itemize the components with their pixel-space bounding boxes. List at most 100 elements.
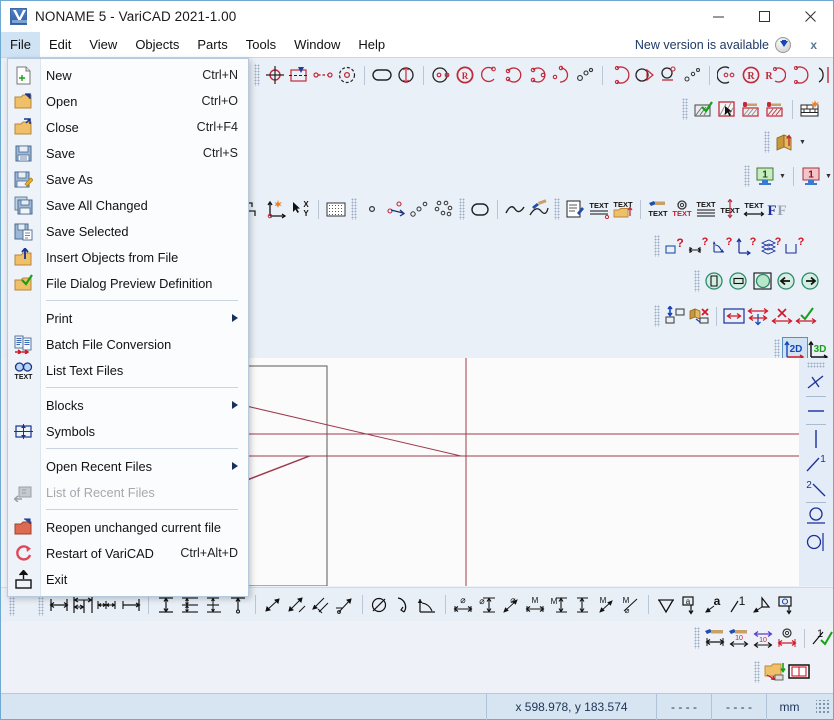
points-dots-icon[interactable] [680, 63, 704, 87]
angle-dim-icon[interactable] [416, 593, 440, 617]
coord-axes-icon[interactable] [265, 197, 289, 221]
circle-updown-icon[interactable] [394, 63, 418, 87]
brick-pattern-icon[interactable] [798, 97, 822, 121]
leader-triangle-icon[interactable] [750, 593, 774, 617]
solid-extrude-icon[interactable] [773, 130, 797, 154]
file-menu-item-save[interactable]: SaveCtrl+S [8, 140, 248, 166]
circle-concentric-icon[interactable] [549, 63, 573, 87]
text-pen-icon[interactable]: TEXT [646, 197, 670, 221]
file-menu-item-restart-of-varicad[interactable]: Restart of VariCADCtrl+Alt+D [8, 540, 248, 566]
text-underline-icon[interactable]: TEXT [587, 197, 611, 221]
file-menu-item-batch-file-conversion[interactable]: Batch File Conversion [8, 331, 248, 357]
circle-center-icon[interactable] [335, 63, 359, 87]
menu-view[interactable]: View [80, 32, 126, 57]
circle-small-icon[interactable] [573, 63, 597, 87]
toolbar-grip[interactable] [654, 235, 660, 257]
points-three-icon[interactable] [408, 197, 432, 221]
arc-start-icon[interactable] [608, 63, 632, 87]
file-menu-dropdown[interactable]: NewCtrl+NOpenCtrl+OCloseCtrl+F4SaveCtrl+… [7, 58, 249, 597]
grid-icon[interactable] [324, 197, 348, 221]
zoom-window-icon[interactable] [727, 269, 751, 293]
file-menu-item-save-as[interactable]: Save As [8, 166, 248, 192]
file-menu-item-open-recent-files[interactable]: Open Recent Files [8, 453, 248, 479]
file-menu-item-insert-objects-from-file[interactable]: Insert Objects from File [8, 244, 248, 270]
update-notification[interactable]: New version is available [635, 32, 791, 58]
menu-help[interactable]: Help [349, 32, 394, 57]
zoom-prev-icon[interactable] [775, 269, 799, 293]
arc-length-icon[interactable] [392, 593, 416, 617]
datum-icon[interactable]: a [678, 593, 702, 617]
line-angle-1-icon[interactable]: 1 [803, 451, 829, 476]
toolbar-grip[interactable] [754, 661, 760, 683]
rounded-rect-icon[interactable] [370, 63, 394, 87]
angle-question-icon[interactable]: ? [711, 234, 735, 258]
circle-line-icon[interactable] [803, 529, 829, 554]
arc-half-icon[interactable] [787, 63, 811, 87]
arc-arrow-icon[interactable] [632, 63, 656, 87]
text-vertical-icon[interactable]: TEXT [718, 197, 742, 221]
layer-green-dropdown-arrow-icon[interactable]: ▼ [777, 164, 788, 188]
point-small-icon[interactable] [360, 197, 384, 221]
delete-solid-icon[interactable] [687, 304, 711, 328]
file-menu-item-open[interactable]: OpenCtrl+O [8, 88, 248, 114]
toolbar-grip[interactable] [459, 198, 465, 220]
text-folder-icon[interactable]: TEXT [611, 197, 635, 221]
radius-R-icon[interactable]: R [739, 63, 763, 87]
file-menu-item-save-all-changed[interactable]: Save All Changed [8, 192, 248, 218]
file-menu-item-symbols[interactable]: Symbols [8, 418, 248, 444]
file-menu-item-reopen-unchanged-current-file[interactable]: Reopen unchanged current file [8, 514, 248, 540]
select-xy-icon[interactable]: XY [289, 197, 313, 221]
menu-objects[interactable]: Objects [126, 32, 188, 57]
arc-center-icon[interactable] [501, 63, 525, 87]
point-arrow-icon[interactable] [384, 197, 408, 221]
hatch-edge2-icon[interactable] [763, 97, 787, 121]
insert-block-icon[interactable] [287, 63, 311, 87]
menu-window[interactable]: Window [285, 32, 349, 57]
zoom-page-icon[interactable] [703, 269, 727, 293]
text-lines-icon[interactable]: TEXT [694, 197, 718, 221]
dim-len-arrow-icon[interactable]: 10 [751, 626, 775, 650]
toolbar-grip[interactable] [682, 98, 688, 120]
thread-M-dia-icon[interactable]: M⌀ [619, 593, 643, 617]
resize-grip[interactable] [816, 700, 830, 714]
notes-edit-icon[interactable] [563, 197, 587, 221]
hatch-edge-icon[interactable] [739, 97, 763, 121]
width-question-icon[interactable]: ? [687, 234, 711, 258]
layer-1-red-icon[interactable]: 1 [799, 164, 823, 188]
file-menu-item-print[interactable]: Print [8, 305, 248, 331]
text-width-icon[interactable]: TEXT [742, 197, 766, 221]
line-angle-2-icon[interactable]: 2 [803, 476, 829, 501]
rounded-shape-icon[interactable] [468, 197, 492, 221]
circle-tangent-icon[interactable] [803, 504, 829, 529]
close-button[interactable] [787, 1, 833, 32]
circle-radius-icon[interactable]: R [453, 63, 477, 87]
circle-arc-combo-icon[interactable] [656, 63, 680, 87]
file-menu-item-new[interactable]: NewCtrl+N [8, 62, 248, 88]
toolbar-grip[interactable] [694, 270, 700, 292]
file-menu-item-file-dialog-preview-definition[interactable]: File Dialog Preview Definition [8, 270, 248, 296]
dim-len-icon[interactable] [703, 626, 727, 650]
dim-len-red-icon[interactable] [775, 626, 799, 650]
notification-close-button[interactable]: x [810, 32, 817, 58]
file-menu-item-exit[interactable]: Exit [8, 566, 248, 592]
download-arrow-icon[interactable] [775, 37, 791, 53]
toolbar-grip[interactable] [694, 627, 700, 649]
dia-aligned-icon[interactable]: ⌀ [499, 593, 523, 617]
spline-fit-icon[interactable] [527, 197, 551, 221]
thread-M-single-icon[interactable] [571, 593, 595, 617]
dim-aligned2-icon[interactable] [285, 593, 309, 617]
arc-tangent-icon[interactable] [525, 63, 549, 87]
circle-2point-icon[interactable] [429, 63, 453, 87]
solid-dropdown-arrow-icon[interactable]: ▼ [797, 130, 808, 154]
points-chain-icon[interactable] [311, 63, 335, 87]
radius-R-arc-icon[interactable]: R [763, 63, 787, 87]
thread-M-vert-icon[interactable]: M [547, 593, 571, 617]
fraction-check-icon[interactable]: 1 [810, 626, 834, 650]
arc-3point-icon[interactable] [477, 63, 501, 87]
move-updown-icon[interactable] [663, 304, 687, 328]
line-vertical-icon[interactable] [803, 426, 829, 451]
line-perpendicular-icon[interactable] [803, 370, 829, 395]
toolbar-grip[interactable] [351, 198, 357, 220]
zoom-next-icon[interactable] [799, 269, 823, 293]
toolbar-grip[interactable] [654, 305, 660, 327]
